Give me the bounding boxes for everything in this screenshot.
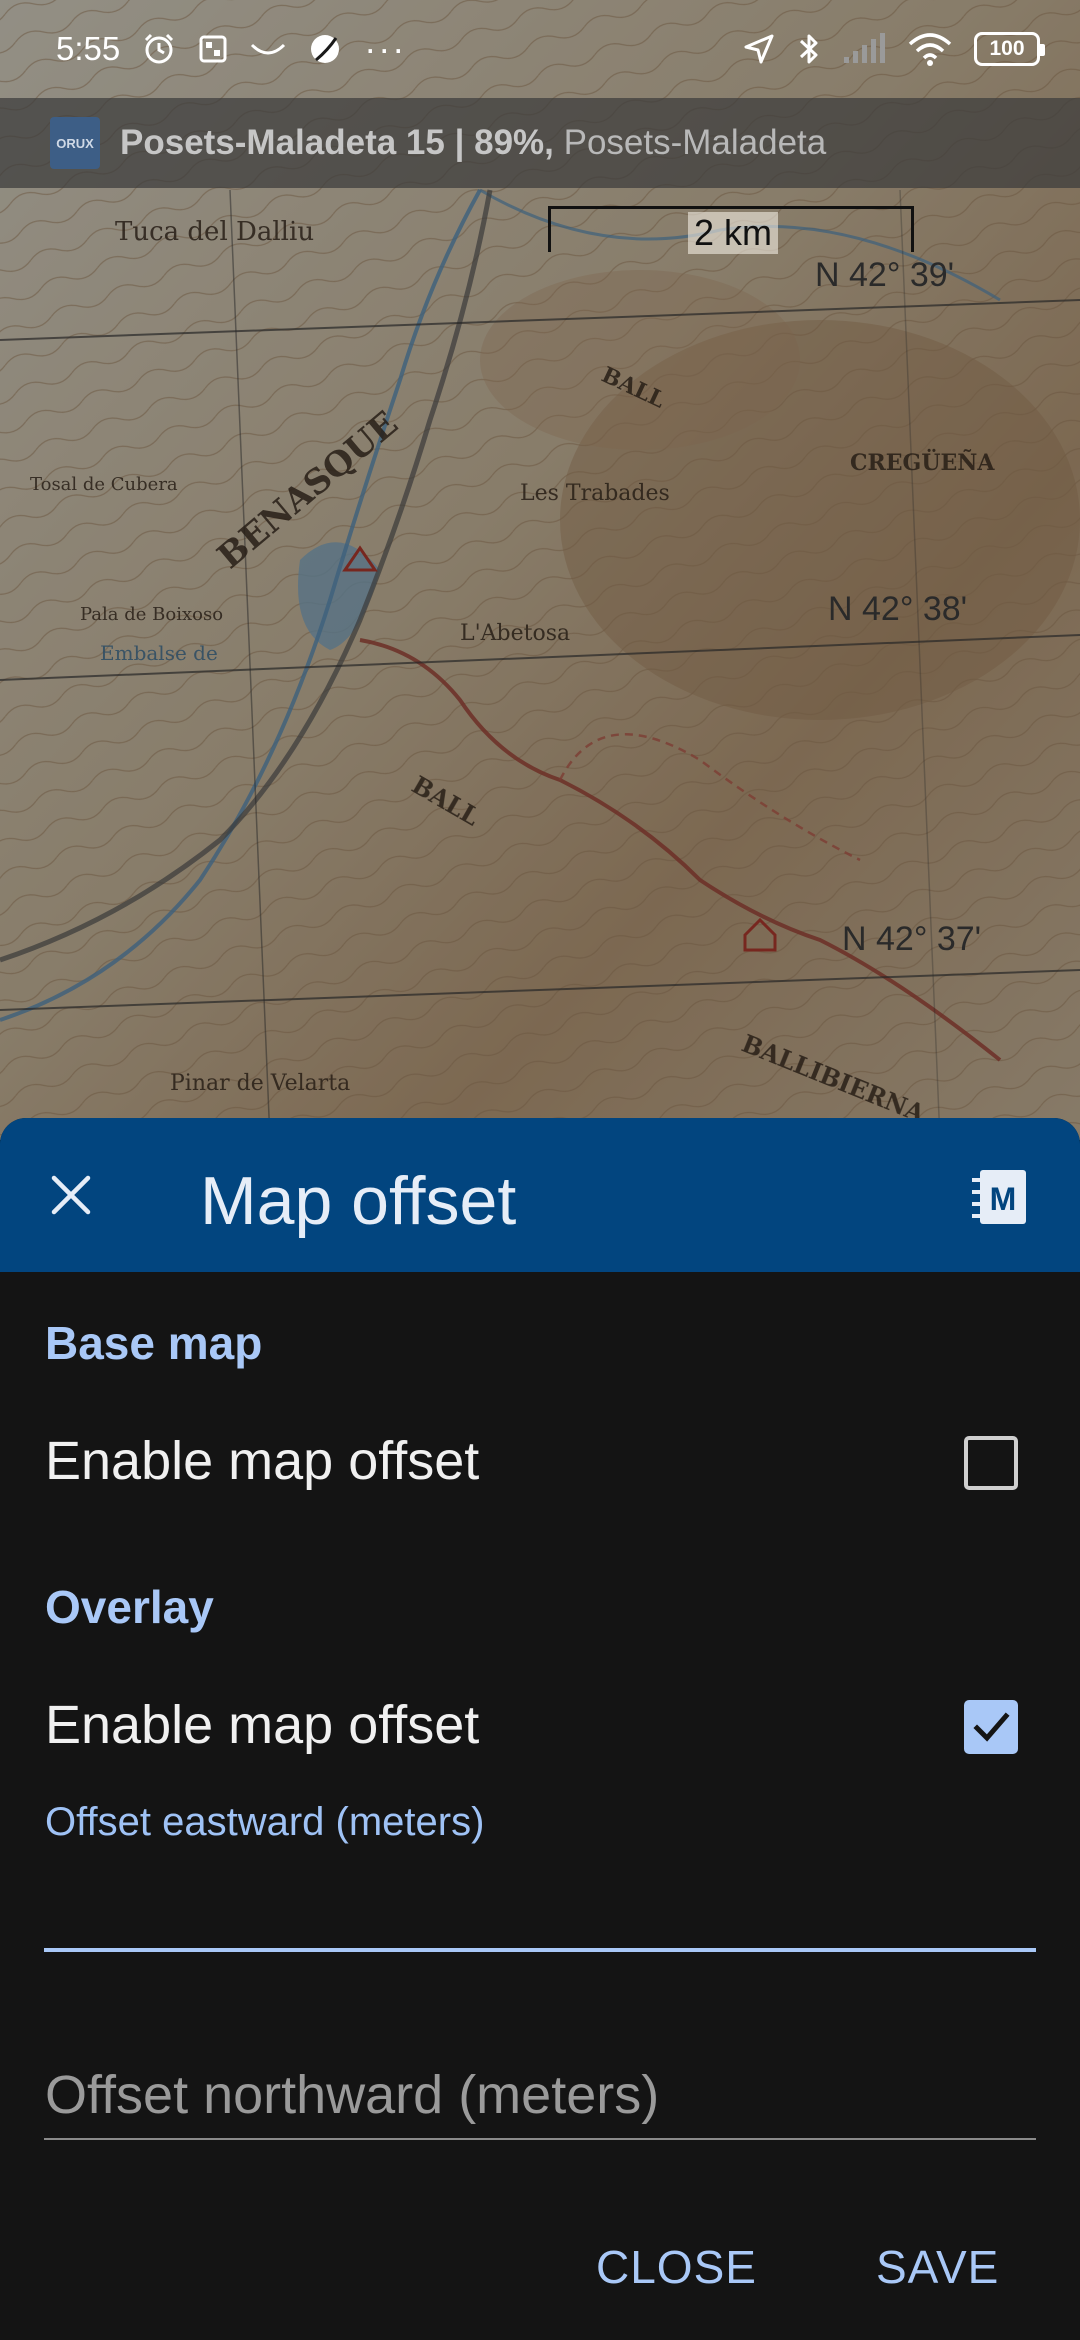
checkmark-icon	[973, 1712, 1010, 1742]
wifi-icon	[908, 32, 952, 66]
svg-text:M: M	[990, 1181, 1017, 1217]
ball-icon	[308, 32, 342, 66]
overlay-enable-label[interactable]: Enable map offset	[45, 1694, 479, 1756]
map-title-secondary: Posets-Maladeta	[553, 123, 827, 162]
map-title[interactable]: Posets-Maladeta 15 | 89%, Posets-Maladet…	[120, 123, 826, 163]
map-manual-icon[interactable]: M	[970, 1168, 1028, 1226]
battery-icon: 100	[974, 32, 1045, 66]
signal-icon	[842, 33, 886, 65]
map-offset-dialog: Map offset M Base map Enable map offset …	[0, 1118, 1080, 2340]
map-coordinate-label: N 42° 37'	[842, 920, 982, 958]
screen: Tuca del Dalliu BENASQUE Les Trabades L'…	[0, 0, 1080, 2340]
status-time: 5:55	[56, 30, 121, 67]
offset-east-label: Offset eastward (meters)	[45, 1800, 485, 1844]
offset-north-input[interactable]: Offset northward (meters)	[45, 2064, 659, 2126]
status-bar: 5:55 ··· 100	[0, 0, 1080, 98]
base-map-enable-checkbox[interactable]	[964, 1436, 1018, 1490]
map-coordinate-label: N 42° 39'	[815, 256, 955, 294]
app-title-bar: ORUX Posets-Maladeta 15 | 89%, Posets-Ma…	[0, 98, 1080, 188]
map-title-primary: Posets-Maladeta 15 | 89%,	[120, 123, 554, 162]
dialog-title: Map offset	[200, 1163, 517, 1239]
close-button[interactable]: CLOSE	[596, 2240, 757, 2294]
dialog-header: Map offset M	[0, 1118, 1080, 1272]
map-coordinate-label: N 42° 38'	[828, 590, 968, 628]
offset-north-underline	[44, 2138, 1036, 2140]
app-logo: ORUX	[50, 117, 100, 169]
offset-east-underline	[44, 1948, 1036, 1952]
more-dots-icon: ···	[364, 28, 407, 69]
base-map-section-title: Base map	[45, 1317, 263, 1369]
overlay-section-title: Overlay	[45, 1581, 214, 1633]
close-icon[interactable]	[46, 1170, 96, 1220]
map-scale-label: 2 km	[688, 212, 779, 254]
alarm-icon	[142, 32, 176, 66]
base-map-enable-label[interactable]: Enable map offset	[45, 1430, 479, 1492]
overlay-enable-checkbox[interactable]	[964, 1700, 1018, 1754]
smile-icon	[250, 39, 286, 59]
save-button[interactable]: SAVE	[876, 2240, 999, 2294]
location-arrow-icon	[742, 32, 776, 66]
gallery-icon	[198, 34, 228, 64]
bluetooth-icon	[798, 31, 820, 67]
